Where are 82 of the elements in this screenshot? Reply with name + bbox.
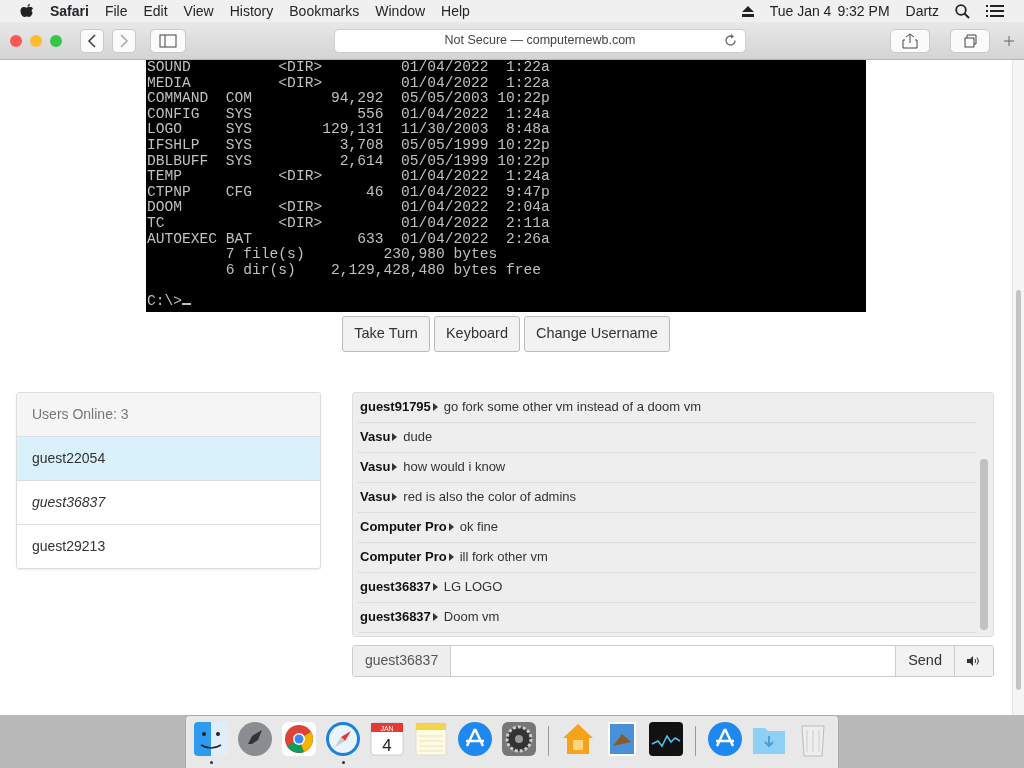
caret-icon <box>392 493 398 502</box>
chat-message: dude <box>403 428 433 447</box>
terminal-line: AUTOEXEC BAT 633 01/04/2022 2:26a <box>147 231 551 247</box>
caret-icon <box>432 583 438 592</box>
speaker-icon <box>967 656 981 667</box>
sidebar-button[interactable] <box>150 28 186 53</box>
menu-item[interactable]: History <box>221 0 282 22</box>
chat-username: guest36837 <box>360 578 431 597</box>
app-store-icon[interactable] <box>456 720 494 758</box>
vm-button[interactable]: Keyboard <box>433 316 520 352</box>
vm-button[interactable]: Change Username <box>524 316 670 352</box>
terminal-screen[interactable] <box>146 60 866 312</box>
tabs-button[interactable] <box>950 28 990 53</box>
chat-username: guest91795 <box>360 398 431 417</box>
chart-icon[interactable] <box>647 720 685 758</box>
caret-icon <box>392 463 398 472</box>
chat-username: Computer Pro <box>360 548 447 567</box>
terminal-line: CONFIG SYS 556 01/04/2022 1:24a <box>147 106 551 122</box>
scrollbar[interactable] <box>980 458 988 630</box>
terminal-line: COMMAND COM 94,292 05/05/2003 10:22p <box>147 91 551 107</box>
app-store-icon[interactable] <box>706 720 744 758</box>
chevron-right-icon <box>119 33 129 48</box>
user-item[interactable]: guest22054 <box>17 436 320 481</box>
terminal-line: 6 dir(s) 2,129,428,480 bytes free <box>224 262 543 279</box>
chat-username: Vasu <box>360 488 391 507</box>
terminal-line: DOOM <DIR> 01/04/2022 2:04a <box>147 200 551 216</box>
menu-item[interactable]: File <box>96 0 136 22</box>
chat-message: ok fine <box>459 518 498 537</box>
chat-message: ill fork other vm <box>459 548 548 567</box>
scrollbar[interactable] <box>1016 290 1021 690</box>
caret-icon <box>432 403 438 412</box>
menu-item[interactable]: Bookmarks <box>281 0 368 22</box>
chat-username: Computer Pro <box>360 518 447 537</box>
close-button[interactable] <box>10 34 22 47</box>
chat-message: go fork some other vm instead of a doom vm <box>443 398 702 417</box>
finder-icon[interactable] <box>192 720 230 758</box>
sidebar-icon <box>157 33 179 48</box>
chat-message: LG LOGO <box>443 578 503 597</box>
menu-item[interactable]: Window <box>367 0 434 22</box>
chat-message: Doom vm <box>443 608 500 627</box>
text-cursor <box>182 302 192 305</box>
reload-icon[interactable] <box>724 33 737 47</box>
terminal-line: C:\> <box>147 293 866 310</box>
terminal-line: MEDIA <DIR> 01/04/2022 1:22a <box>147 75 551 91</box>
chat-username: Vasu <box>360 428 391 447</box>
terminal-line: TC <DIR> 01/04/2022 2:11a <box>147 215 551 232</box>
compass-icon[interactable] <box>324 720 362 758</box>
terminal-line: IFSHLP SYS 3,708 05/05/1999 10:22p <box>147 137 551 154</box>
terminal-line: TEMP <DIR> 01/04/2022 1:24a <box>147 169 551 185</box>
terminal-line: DBLBUFF SYS 2,614 05/05/1999 10:22p <box>147 153 551 169</box>
chat-message: how would i know <box>403 458 506 477</box>
new-tab-icon[interactable] <box>1004 35 1014 46</box>
caret-icon <box>392 433 398 442</box>
back-button[interactable] <box>80 28 104 53</box>
chevron-left-icon <box>87 33 97 48</box>
caret-icon <box>432 613 438 622</box>
chrome-icon[interactable] <box>280 720 318 758</box>
caret-icon <box>448 523 454 532</box>
user-item[interactable]: guest29213 <box>17 524 320 568</box>
address-bar[interactable]: Not Secure — computernewb.com <box>334 28 746 53</box>
app-menu[interactable]: Safari <box>42 0 97 22</box>
send-button[interactable]: Send <box>895 645 954 676</box>
sound-button[interactable] <box>954 645 993 676</box>
menubar-user[interactable]: Dartz <box>897 0 947 22</box>
menu-item[interactable]: View <box>175 0 222 22</box>
terminal-line: LOGO SYS 129,131 11/30/2003 8:48a <box>147 122 551 138</box>
menu-item[interactable]: Help <box>433 0 478 22</box>
gear-icon[interactable] <box>500 720 538 758</box>
chat-username: Vasu <box>360 458 391 477</box>
rocket-icon[interactable] <box>236 720 274 758</box>
users-header: Users Online: 3 <box>17 392 320 437</box>
menu-item[interactable]: Edit <box>135 0 176 22</box>
user-item[interactable]: guest36837 <box>17 480 320 525</box>
caret-icon <box>448 553 454 562</box>
username-label: guest36837 <box>353 645 452 676</box>
terminal-line: SOUND <DIR> 01/04/2022 1:22a <box>147 60 551 76</box>
terminal-line: 7 file(s) 230,980 bytes <box>224 247 499 263</box>
chat-username: guest36837 <box>360 608 431 627</box>
terminal-line: CTPNP CFG 46 01/04/2022 9:47p <box>147 184 551 200</box>
share-button[interactable] <box>890 28 930 53</box>
vm-button[interactable]: Take Turn <box>342 316 430 352</box>
chat-message: red is also the color of admins <box>403 488 577 507</box>
